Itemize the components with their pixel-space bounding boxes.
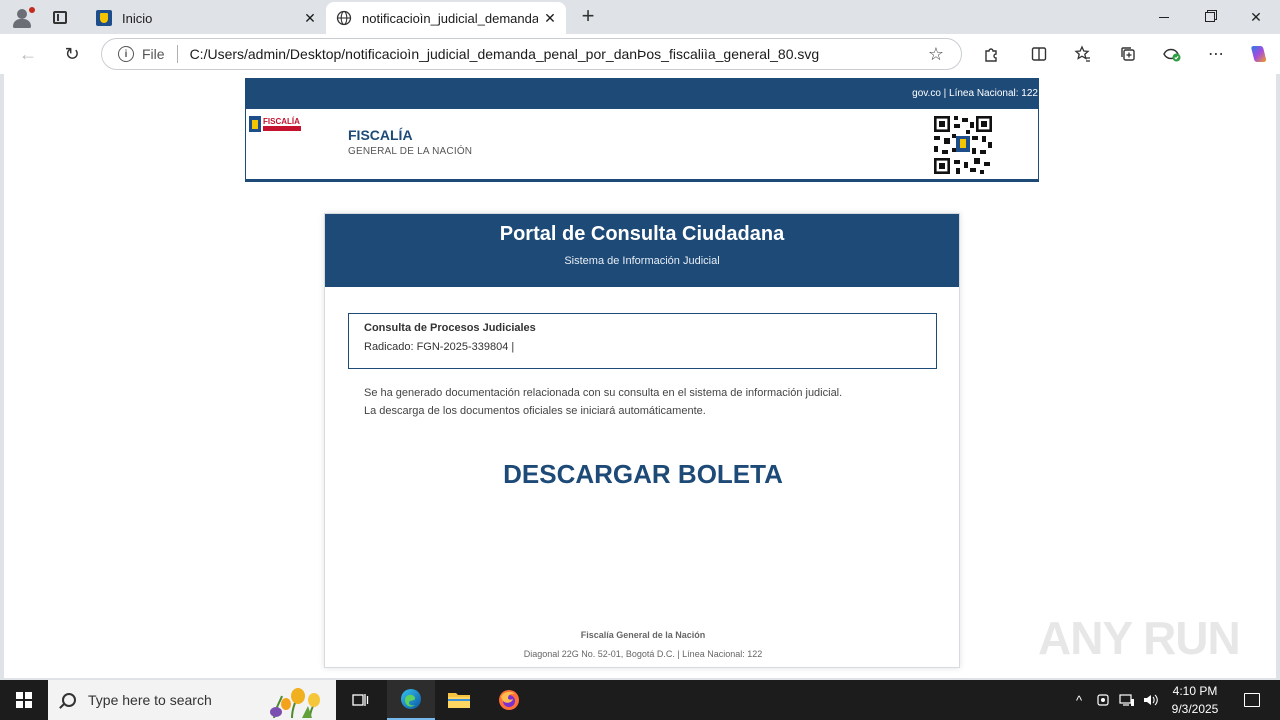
consulta-box: Consulta de Procesos Judiciales Radicado… xyxy=(348,313,937,369)
coat-of-arms-icon xyxy=(249,116,261,132)
edge-taskbar-icon[interactable] xyxy=(387,680,435,720)
radicado-text: Radicado: FGN-2025-339804 | xyxy=(364,341,515,353)
url-text[interactable]: C:/Users/admin/Desktop/notificacioìn_jud… xyxy=(190,46,921,62)
download-link[interactable]: DESCARGAR BOLETA xyxy=(325,459,961,490)
close-window-button[interactable]: ✕ xyxy=(1233,0,1279,34)
tab-notificacion[interactable]: notificacioìn_judicial_demanda_pe ✕ xyxy=(326,2,566,34)
globe-icon xyxy=(336,10,352,26)
system-clock[interactable]: 4:10 PM 9/3/2025 xyxy=(1164,682,1226,718)
meet-now-icon[interactable] xyxy=(1093,680,1113,720)
network-icon[interactable] xyxy=(1116,680,1138,720)
scheme-label: File xyxy=(142,46,165,62)
clock-date: 9/3/2025 xyxy=(1171,702,1219,716)
flowers-decoration-icon xyxy=(270,688,320,718)
anyrun-watermark: ANY RUN xyxy=(1038,612,1241,664)
qr-code-icon xyxy=(934,116,992,174)
browser-essentials-icon[interactable] xyxy=(1158,42,1186,66)
address-divider xyxy=(176,45,178,63)
more-options-icon[interactable]: ⋯ xyxy=(1202,42,1230,66)
task-view-icon[interactable] xyxy=(336,680,384,720)
notification-center-icon[interactable] xyxy=(1232,680,1272,720)
tab-strip: Inicio ✕ notificacioìn_judicial_demanda_… xyxy=(0,0,1280,34)
favorite-star-icon[interactable]: ☆ xyxy=(921,44,951,65)
firefox-icon[interactable] xyxy=(485,680,533,720)
tab-title: Inicio xyxy=(122,10,153,26)
start-button[interactable] xyxy=(0,680,48,720)
portal-header: Portal de Consulta Ciudadana Sistema de … xyxy=(325,214,959,287)
tab-inicio[interactable]: Inicio ✕ xyxy=(86,2,326,34)
portal-card: Portal de Consulta Ciudadana Sistema de … xyxy=(324,213,960,668)
footer-address: Diagonal 22G No. 52-01, Bogotá D.C. | Lí… xyxy=(523,649,763,659)
back-button[interactable]: ← xyxy=(13,40,43,68)
fiscalia-favicon-icon xyxy=(96,10,112,26)
gov-top-band: gov.co | Línea Nacional: 122 xyxy=(246,79,1038,109)
org-title: FISCALÍA xyxy=(348,127,413,143)
search-placeholder: Type here to search xyxy=(88,692,212,708)
favorites-icon[interactable] xyxy=(1069,42,1097,66)
consulta-title: Consulta de Procesos Judiciales xyxy=(364,322,536,334)
volume-icon[interactable] xyxy=(1140,680,1162,720)
notice-message: Se ha generado documentación relacionada… xyxy=(364,384,842,420)
show-hidden-icons-chevron-icon[interactable]: ^ xyxy=(1068,680,1090,720)
profile-icon[interactable] xyxy=(8,4,36,30)
fiscalia-logo[interactable]: FISCALÍA xyxy=(249,115,301,133)
close-tab-icon[interactable]: ✕ xyxy=(298,6,322,30)
portal-title: Portal de Consulta Ciudadana xyxy=(499,223,785,245)
copilot-icon[interactable] xyxy=(1244,42,1272,66)
footer-org: Fiscalía General de la Nación xyxy=(580,630,706,640)
collections-icon[interactable] xyxy=(1114,42,1142,66)
reload-button[interactable]: ↻ xyxy=(57,40,87,68)
windows-logo-icon xyxy=(16,692,32,708)
clock-time: 4:10 PM xyxy=(1172,684,1218,698)
navigation-bar: ← ↻ i File C:/Users/admin/Desktop/notifi… xyxy=(0,34,1280,74)
message-line-2: La descarga de los documentos oficiales … xyxy=(364,405,706,417)
taskbar-search[interactable]: Type here to search xyxy=(48,680,336,720)
logo-text: FISCALÍA xyxy=(263,117,300,126)
tab-title: notificacioìn_judicial_demanda_pe xyxy=(362,10,538,26)
tab-actions-icon[interactable] xyxy=(46,5,74,29)
close-tab-icon[interactable]: ✕ xyxy=(538,6,562,30)
split-screen-icon[interactable] xyxy=(1025,42,1053,66)
portal-subtitle: Sistema de Información Judicial xyxy=(564,255,720,267)
new-tab-button[interactable]: + xyxy=(574,5,602,29)
message-line-1: Se ha generado documentación relacionada… xyxy=(364,387,843,399)
minimize-button[interactable] xyxy=(1141,0,1187,34)
search-icon xyxy=(62,693,76,707)
address-bar[interactable]: i File C:/Users/admin/Desktop/notificaci… xyxy=(101,38,962,70)
restore-button[interactable] xyxy=(1187,0,1233,34)
file-explorer-icon[interactable] xyxy=(435,680,483,720)
page-viewport: gov.co | Línea Nacional: 122 FISCALÍA FI… xyxy=(4,74,1276,678)
extensions-icon[interactable] xyxy=(977,42,1005,66)
info-icon[interactable]: i xyxy=(118,46,134,62)
taskbar: Type here to search ^ 4:10 PM 9/3/2025 xyxy=(0,680,1280,720)
org-subtitle: GENERAL DE LA NACIÓN xyxy=(348,146,473,157)
site-header: gov.co | Línea Nacional: 122 FISCALÍA FI… xyxy=(245,78,1039,182)
